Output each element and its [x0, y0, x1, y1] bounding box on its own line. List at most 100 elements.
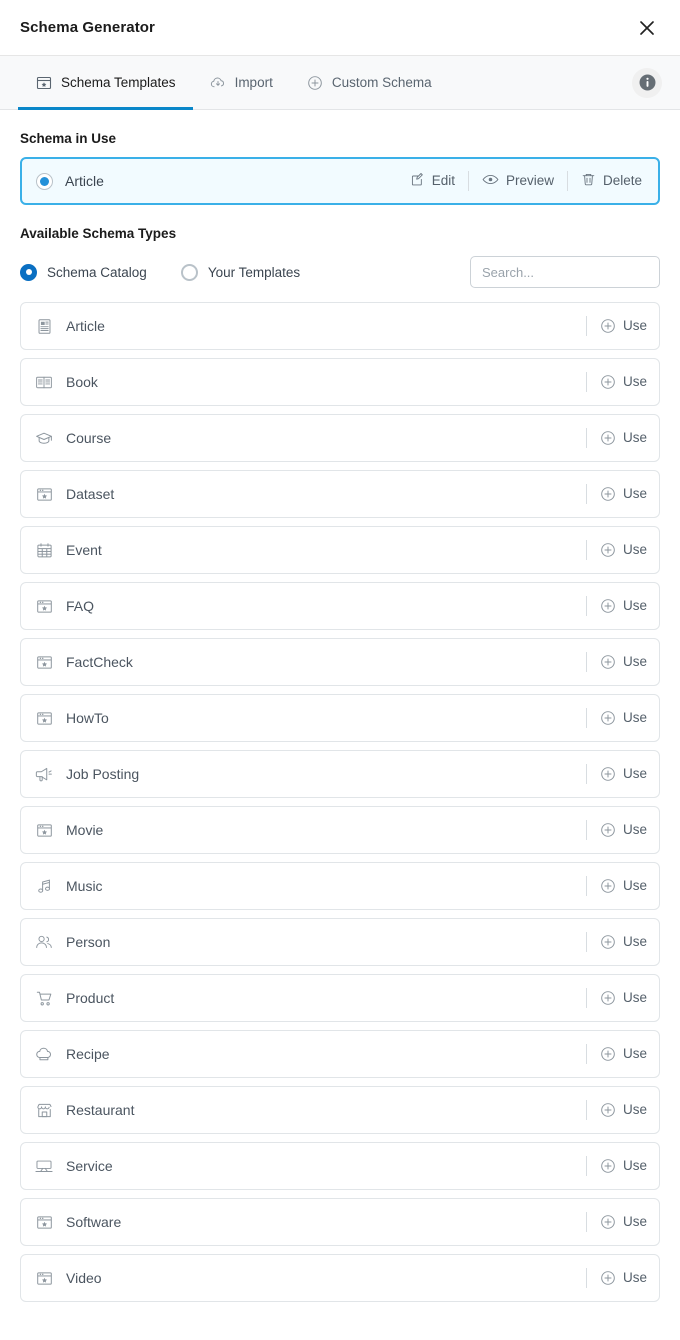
schema-type-label: Recipe	[66, 1046, 110, 1062]
row-actions: Use	[585, 596, 647, 616]
tab-label: Schema Templates	[61, 75, 176, 90]
row-actions: Use	[585, 1044, 647, 1064]
use-button[interactable]: Use	[587, 318, 647, 334]
info-icon[interactable]	[632, 67, 662, 98]
plus-circle-icon	[600, 430, 616, 446]
use-button[interactable]: Use	[587, 766, 647, 782]
schema-type-row[interactable]: Restaurant Use	[20, 1086, 660, 1134]
edit-button[interactable]: Edit	[397, 172, 468, 190]
use-button[interactable]: Use	[587, 1046, 647, 1062]
schema-type-list: Article Use Book Use Course Use Dataset …	[20, 302, 660, 1302]
use-label: Use	[622, 1046, 647, 1062]
row-actions: Use	[585, 540, 647, 560]
schema-type-row[interactable]: Music Use	[20, 862, 660, 910]
close-icon[interactable]	[632, 13, 662, 43]
schema-type-label: HowTo	[66, 710, 109, 726]
use-button[interactable]: Use	[587, 1158, 647, 1174]
row-actions: Use	[585, 372, 647, 392]
filter-row: Schema Catalog Your Templates	[20, 256, 660, 288]
schema-type-label: Person	[66, 934, 111, 950]
search-input[interactable]	[470, 256, 660, 288]
schema-type-row[interactable]: FactCheck Use	[20, 638, 660, 686]
megaphone-icon	[35, 765, 53, 783]
tab-custom-schema[interactable]: Custom Schema	[290, 56, 449, 109]
use-button[interactable]: Use	[587, 990, 647, 1006]
schema-type-row[interactable]: FAQ Use	[20, 582, 660, 630]
use-label: Use	[622, 1102, 647, 1118]
schema-type-row[interactable]: Recipe Use	[20, 1030, 660, 1078]
window-star-icon	[35, 485, 53, 503]
filter-schema-catalog[interactable]: Schema Catalog	[20, 263, 147, 281]
use-button[interactable]: Use	[587, 654, 647, 670]
use-button[interactable]: Use	[587, 1214, 647, 1230]
plus-circle-icon	[600, 486, 616, 502]
schema-type-label: FAQ	[66, 598, 95, 614]
tab-import[interactable]: Import	[193, 56, 290, 109]
row-actions: Use	[585, 428, 647, 448]
use-button[interactable]: Use	[587, 710, 647, 726]
use-label: Use	[622, 1214, 647, 1230]
schema-type-row[interactable]: Event Use	[20, 526, 660, 574]
plus-circle-icon	[307, 75, 323, 91]
schema-type-row[interactable]: Article Use	[20, 302, 660, 350]
schema-in-use-name: Article	[65, 173, 104, 189]
plus-circle-icon	[600, 822, 616, 838]
schema-type-row[interactable]: Software Use	[20, 1198, 660, 1246]
schema-type-row[interactable]: Product Use	[20, 974, 660, 1022]
schema-type-label: Video	[66, 1270, 102, 1286]
plus-circle-icon	[600, 1270, 616, 1286]
schema-in-use-card[interactable]: Article Edit Preview Delete	[20, 157, 660, 205]
cloud-download-icon	[210, 75, 226, 91]
use-label: Use	[622, 598, 647, 614]
radio-icon	[20, 263, 37, 281]
schema-type-row[interactable]: Service Use	[20, 1142, 660, 1190]
radio-icon	[180, 263, 198, 281]
filter-label: Your Templates	[207, 264, 301, 280]
row-actions: Use	[585, 764, 647, 784]
plus-circle-icon	[600, 710, 616, 726]
use-button[interactable]: Use	[587, 1270, 647, 1286]
schema-type-row[interactable]: HowTo Use	[20, 694, 660, 742]
row-actions: Use	[585, 932, 647, 952]
schema-type-label: Movie	[66, 822, 104, 838]
schema-in-use-radio[interactable]	[36, 172, 53, 190]
plus-circle-icon	[600, 1102, 616, 1118]
eye-icon	[482, 172, 499, 190]
schema-type-row[interactable]: Dataset Use	[20, 470, 660, 518]
use-button[interactable]: Use	[587, 374, 647, 390]
page-title: Schema Generator	[20, 19, 155, 36]
search-wrapper	[470, 256, 660, 288]
trash-icon	[581, 172, 596, 190]
window-star-icon	[35, 1213, 53, 1231]
use-label: Use	[622, 822, 647, 838]
tab-list: Schema Templates Import Custom Schema	[18, 56, 449, 110]
use-button[interactable]: Use	[587, 542, 647, 558]
preview-button[interactable]: Preview	[469, 172, 567, 190]
use-button[interactable]: Use	[587, 1102, 647, 1118]
schema-type-row[interactable]: Course Use	[20, 414, 660, 462]
use-button[interactable]: Use	[587, 598, 647, 614]
tab-schema-templates[interactable]: Schema Templates	[18, 56, 193, 110]
use-button[interactable]: Use	[587, 822, 647, 838]
schema-type-row[interactable]: Video Use	[20, 1254, 660, 1302]
edit-label: Edit	[431, 173, 455, 189]
row-actions: Use	[585, 652, 647, 672]
filter-your-templates[interactable]: Your Templates	[180, 263, 301, 281]
schema-type-row[interactable]: Movie Use	[20, 806, 660, 854]
schema-type-row[interactable]: Job Posting Use	[20, 750, 660, 798]
delete-button[interactable]: Delete	[568, 172, 644, 190]
use-button[interactable]: Use	[587, 934, 647, 950]
use-button[interactable]: Use	[587, 486, 647, 502]
schema-type-row[interactable]: Person Use	[20, 918, 660, 966]
shopping-cart-icon	[35, 989, 53, 1007]
chef-hat-icon	[35, 1045, 53, 1063]
schema-type-row[interactable]: Book Use	[20, 358, 660, 406]
use-button[interactable]: Use	[587, 430, 647, 446]
use-button[interactable]: Use	[587, 878, 647, 894]
row-actions: Use	[585, 484, 647, 504]
row-actions: Use	[585, 876, 647, 896]
tabbar: Schema Templates Import Custom Schema	[0, 56, 680, 110]
schema-type-label: Software	[66, 1214, 122, 1230]
schema-in-use-heading: Schema in Use	[20, 131, 117, 146]
schema-type-label: FactCheck	[66, 654, 133, 670]
